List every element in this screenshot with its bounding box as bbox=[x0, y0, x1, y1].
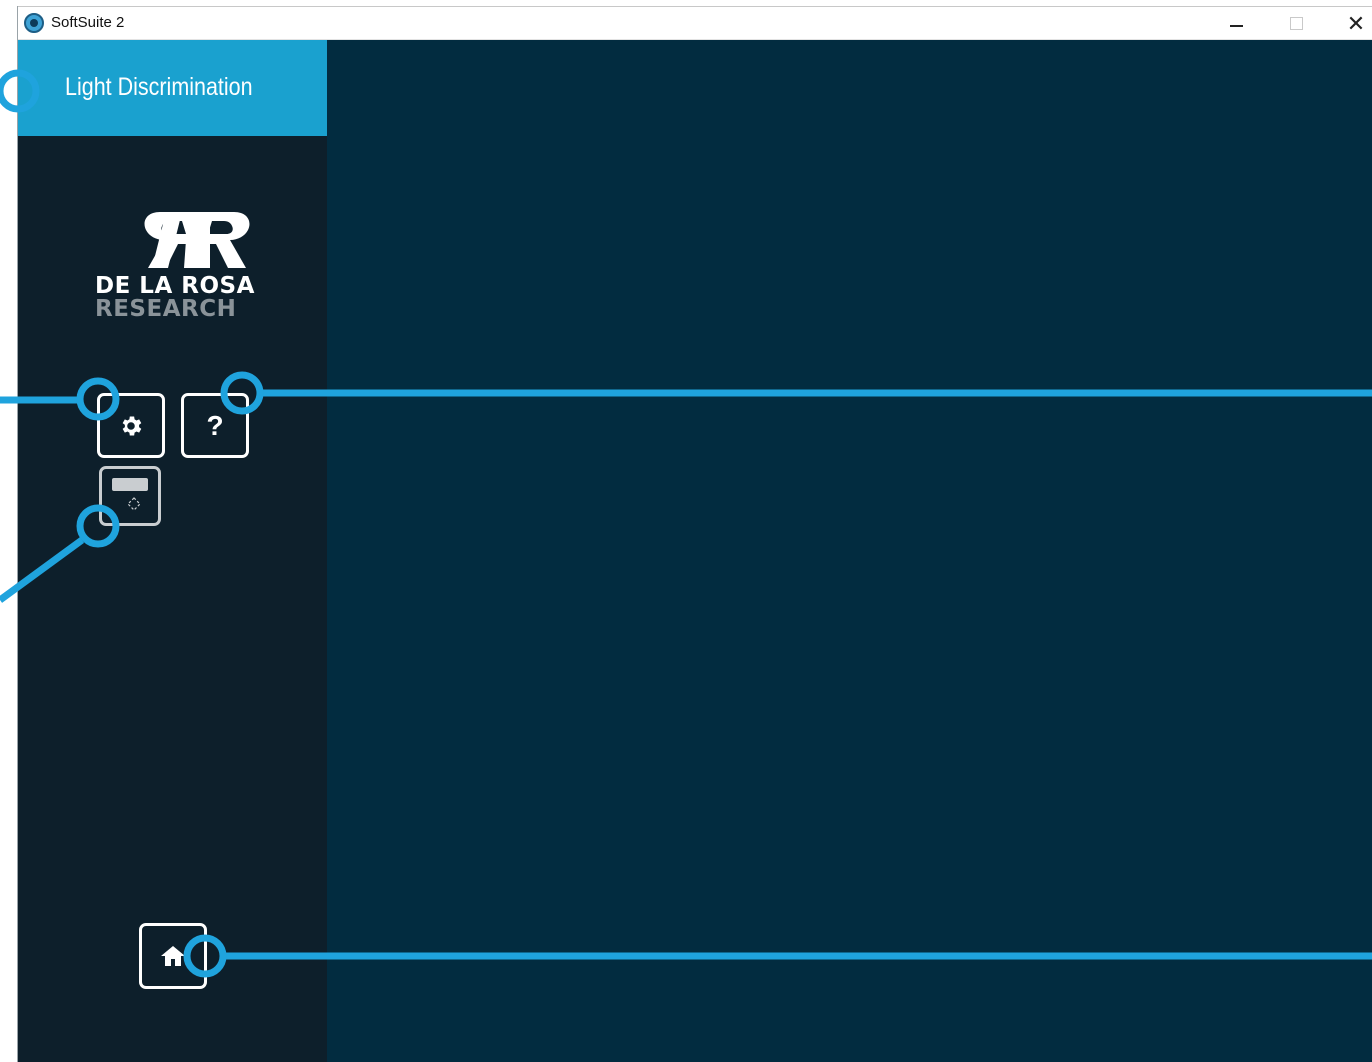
maximize-button[interactable] bbox=[1267, 7, 1325, 40]
sidebar: Light Discrimination DE LA ROSA RESEARCH… bbox=[18, 40, 327, 1062]
logo-text-line2: RESEARCH bbox=[95, 296, 237, 322]
help-button[interactable]: ? bbox=[181, 393, 249, 458]
app-icon bbox=[24, 13, 44, 33]
maximize-icon bbox=[1289, 17, 1303, 30]
home-button[interactable] bbox=[139, 923, 207, 989]
settings-button[interactable] bbox=[97, 393, 165, 458]
main-content-area bbox=[327, 40, 1372, 1062]
app-window: SoftSuite 2 ✕ Light Discrimination DE LA… bbox=[17, 6, 1372, 1062]
close-icon: ✕ bbox=[1346, 10, 1366, 36]
gear-icon bbox=[122, 415, 142, 436]
logo-mark-icon bbox=[144, 212, 250, 268]
page-title: Light Discrimination bbox=[65, 73, 253, 101]
minimize-icon bbox=[1229, 24, 1243, 27]
help-icon: ? bbox=[206, 409, 224, 441]
title-bar[interactable]: SoftSuite 2 ✕ bbox=[18, 6, 1372, 40]
close-button[interactable]: ✕ bbox=[1327, 7, 1372, 40]
company-logo: DE LA ROSA RESEARCH bbox=[94, 212, 254, 322]
sidebar-header: Light Discrimination bbox=[18, 40, 327, 136]
minimize-button[interactable] bbox=[1207, 7, 1265, 40]
display-toggle-icon bbox=[112, 478, 148, 511]
window-title: SoftSuite 2 bbox=[51, 14, 125, 31]
display-toggle-button[interactable] bbox=[99, 466, 161, 526]
home-icon bbox=[161, 946, 185, 966]
